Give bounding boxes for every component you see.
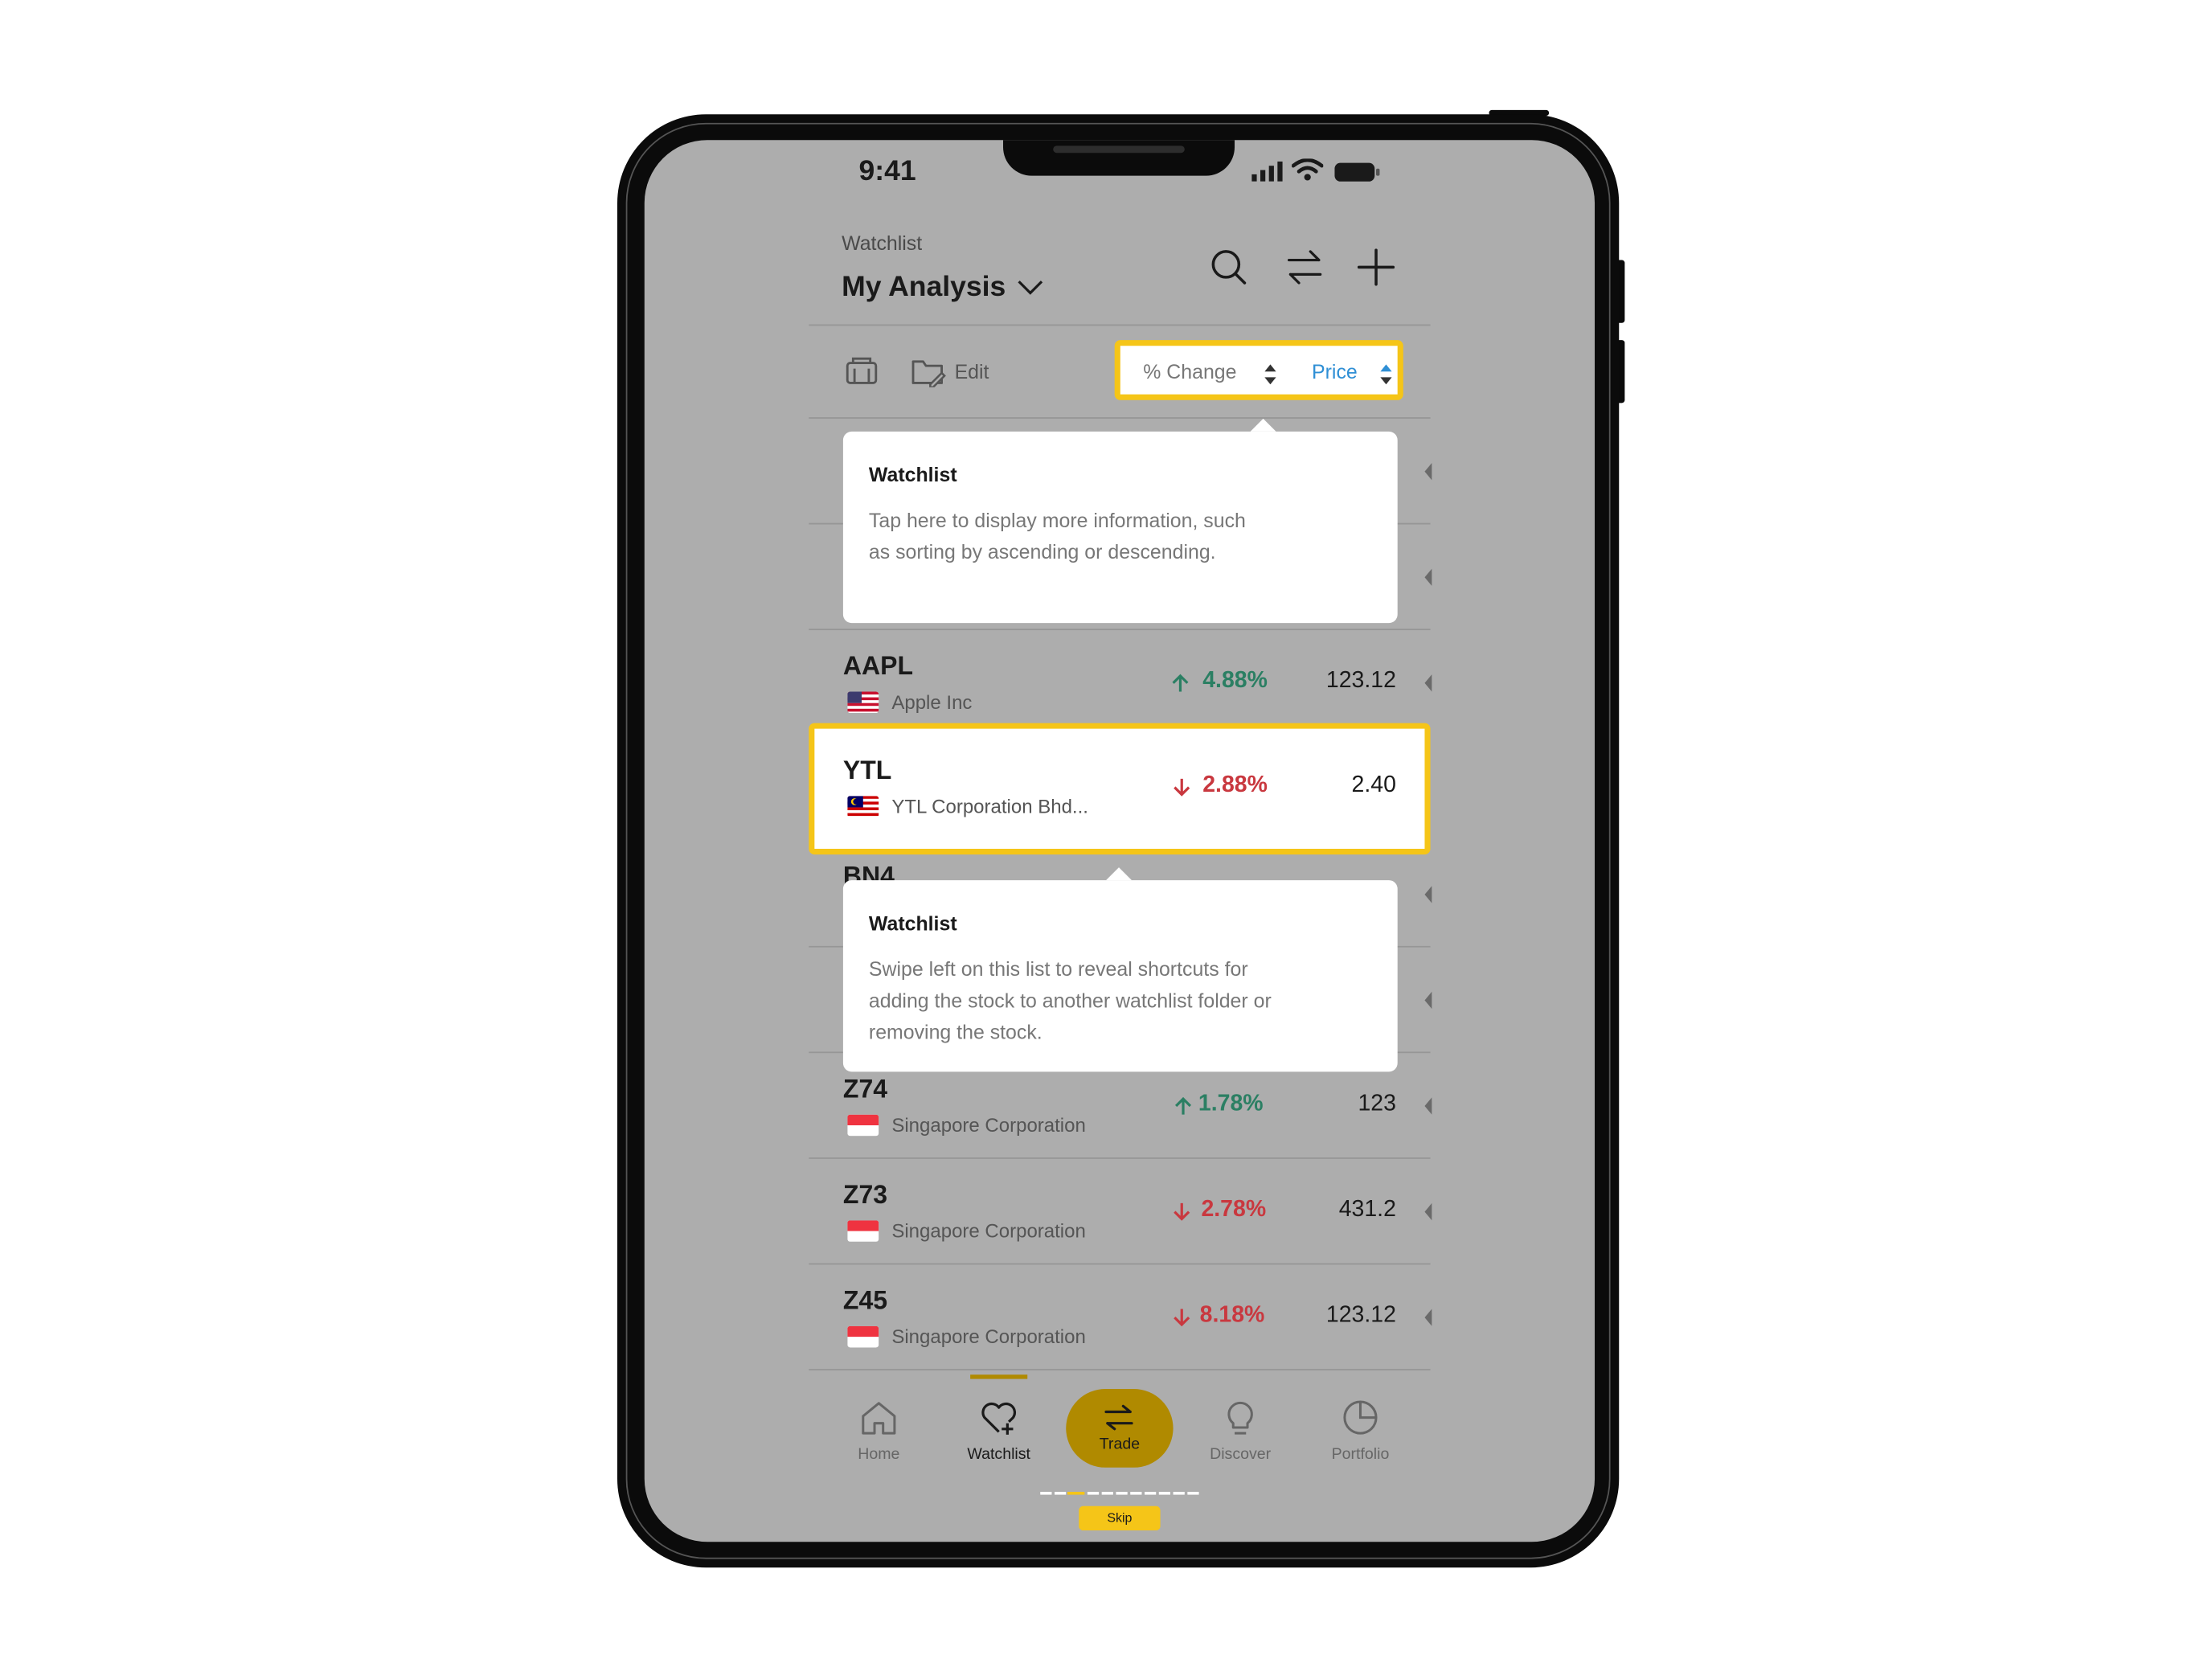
row-chevron-icon[interactable] [1424,568,1432,586]
nav-label: Home [858,1446,900,1464]
chevron-down-icon[interactable] [1018,279,1043,296]
nav-label: Trade [1099,1436,1141,1454]
nav-trade[interactable]: Trade [1066,1389,1174,1468]
sort-arrows-icon [1264,364,1276,385]
row-price: 123 [1358,1092,1396,1116]
row-company-name: Apple Inc [891,691,973,714]
pie-chart-icon [1343,1400,1378,1435]
tooltip-body: Swipe left on this list to reveal shortc… [868,957,1272,1043]
nav-discover[interactable]: Discover [1183,1392,1297,1473]
row-change: 8.18% [1199,1303,1265,1328]
us-flag-icon [847,691,879,714]
active-tab-indicator [970,1374,1028,1379]
nav-label: Portfolio [1331,1446,1390,1464]
tooltip-title: Watchlist [868,911,957,935]
sort-arrows-icon [1380,364,1392,385]
header-subtitle: Watchlist [842,231,923,255]
app-screen: 9:41 Watchlist My Analysis Edit % Change… [644,140,1596,1542]
nav-watchlist[interactable]: Watchlist [942,1392,1056,1473]
edit-folder-icon [911,360,946,387]
row-symbol: Z45 [842,1286,888,1315]
sort-price-button[interactable]: Price [1312,360,1358,383]
home-icon [862,1402,896,1435]
heart-plus-icon [981,1402,1016,1435]
wifi-icon [1292,158,1324,181]
transfer-icon[interactable] [1286,250,1323,285]
row-price: 431.2 [1338,1197,1396,1223]
row-symbol: YTL [842,756,892,785]
row-chevron-icon[interactable] [1424,674,1432,692]
row-company-name: Singapore Corporation [891,1114,1086,1137]
sort-change-button[interactable]: % Change [1143,360,1236,383]
tooltip-pointer [1106,867,1133,881]
row-price: 123.12 [1325,1303,1396,1328]
lightbulb-icon [1227,1401,1253,1435]
row-company-name: YTL Corporation Bhd... [891,796,1088,817]
row-company-name: Singapore Corporation [891,1220,1086,1242]
skip-button[interactable]: Skip [1079,1505,1161,1531]
swap-icon [1104,1404,1133,1431]
row-price: 123.12 [1325,669,1396,694]
row-symbol: AAPL [842,651,914,681]
sg-flag-icon [847,1220,879,1242]
battery-icon [1334,162,1380,182]
sg-flag-icon [847,1325,879,1348]
nav-label: Watchlist [967,1446,1030,1464]
tooltip-pointer [1250,418,1276,432]
status-time: 9:41 [858,155,916,187]
watchlist-selector[interactable]: My Analysis [842,272,1006,305]
row-chevron-icon[interactable] [1424,1202,1432,1221]
row-change: 4.88% [1202,669,1268,694]
row-chevron-icon[interactable] [1424,886,1432,903]
my-flag-icon [847,796,879,817]
row-change: 2.78% [1201,1197,1267,1223]
nav-label: Discover [1210,1446,1272,1464]
row-chevron-icon[interactable] [1424,1097,1432,1115]
camera-notch [1003,140,1235,176]
row-chevron-icon[interactable] [1424,991,1432,1010]
watchlist-name: My Analysis [842,271,1006,303]
tooltip-body: Tap here to display more information, su… [868,508,1246,563]
onboarding-tooltip-sort: Watchlist Tap here to display more infor… [842,431,1398,624]
tooltip-title: Watchlist [868,463,957,486]
row-symbol: Z73 [842,1180,888,1210]
nav-portfolio[interactable]: Portfolio [1303,1392,1417,1473]
row-price: 2.40 [1351,772,1396,798]
cellular-signal-icon [1251,161,1283,182]
add-icon[interactable] [1357,248,1395,286]
sort-header[interactable]: % Change Price [1114,340,1403,400]
nav-home[interactable]: Home [821,1392,936,1473]
row-company-name: Singapore Corporation [891,1325,1086,1348]
progress-dot-active [1067,1492,1085,1495]
row-change: 2.88% [1202,772,1268,798]
sg-flag-icon [847,1114,879,1137]
row-change: 1.78% [1198,1092,1264,1116]
row-symbol: Z74 [842,1074,888,1104]
search-icon[interactable] [1210,248,1247,285]
row-chevron-icon[interactable] [1424,1309,1432,1326]
folder-stack-icon[interactable] [845,354,879,386]
row-chevron-icon[interactable] [1424,463,1432,481]
edit-label: Edit [954,360,989,383]
onboarding-tooltip-swipe: Watchlist Swipe left on this list to rev… [842,880,1398,1072]
